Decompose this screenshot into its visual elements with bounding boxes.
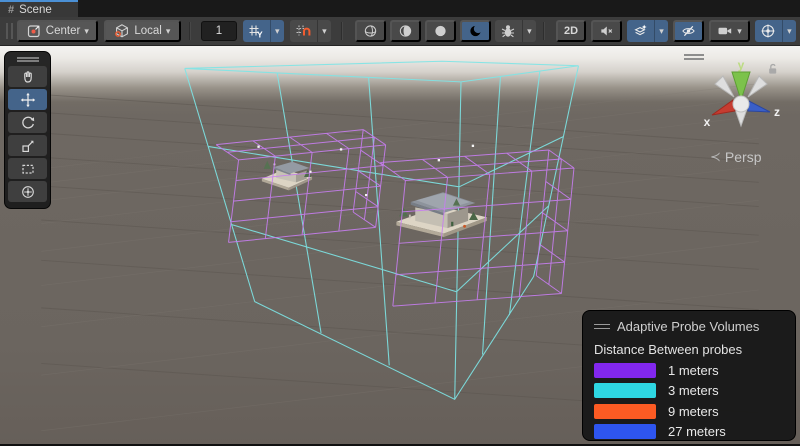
grid-axis-icon: Y	[248, 23, 264, 39]
svg-text:Y: Y	[257, 30, 263, 40]
legend-row: 3 meters	[594, 383, 783, 398]
tool-transform[interactable]	[8, 181, 47, 202]
legend-swatch-3m	[594, 383, 656, 398]
wire-sphere-icon	[363, 23, 378, 39]
crescent-moon-icon	[468, 23, 483, 39]
skybox-toggle-button[interactable]	[460, 20, 491, 42]
eye-slash-icon	[681, 23, 696, 39]
effects-layers-icon	[632, 23, 648, 39]
debug-split-button: ▾	[495, 20, 536, 42]
tool-move[interactable]	[8, 89, 47, 110]
tool-hand[interactable]	[8, 66, 47, 87]
snap-magnet-icon	[295, 23, 311, 39]
gizmo-label-x[interactable]: x	[704, 115, 711, 129]
orientation-label: Local	[134, 25, 162, 37]
effects-split-button: ▾	[627, 20, 668, 42]
tool-palette-drag-handle[interactable]	[17, 57, 39, 62]
window-grid-icon: #	[8, 4, 14, 16]
pivot-icon	[26, 23, 42, 39]
rotate-icon	[20, 115, 36, 131]
effects-toggle[interactable]	[627, 20, 654, 42]
projection-toggle[interactable]: ≺ Persp	[710, 149, 761, 165]
debug-toggle[interactable]	[495, 20, 522, 42]
grid-snap-dropdown[interactable]: ▾	[270, 20, 284, 42]
scene-toolbar: Center ▾ Local ▾ Y ▾ ▾	[0, 17, 800, 46]
filled-sphere-icon	[433, 23, 448, 39]
increment-snap-dropdown[interactable]: ▾	[317, 20, 331, 42]
legend-drag-handle[interactable]	[594, 324, 610, 329]
tab-scene[interactable]: # Scene	[0, 0, 78, 17]
legend-subtitle: Distance Between probes	[594, 342, 783, 357]
gizmo-label-y[interactable]: y	[738, 60, 745, 72]
shading-mode-button[interactable]	[355, 20, 386, 42]
cube-icon	[114, 23, 130, 39]
legend-title: Adaptive Probe Volumes	[617, 319, 759, 334]
tool-rect[interactable]	[8, 158, 47, 179]
pivot-mode-dropdown[interactable]: Center ▾	[17, 20, 98, 42]
gizmos-split-button: ▾	[755, 20, 796, 42]
scene-visibility-button[interactable]	[673, 20, 704, 42]
toolbar-drag-handle[interactable]	[6, 23, 13, 39]
handle-orientation-dropdown[interactable]: Local ▾	[104, 20, 181, 42]
legend-label-3m: 3 meters	[668, 383, 719, 398]
audio-sphere-button[interactable]	[425, 20, 456, 42]
camera-icon	[717, 23, 733, 39]
legend-label-9m: 9 meters	[668, 404, 719, 419]
increment-snap-toggle[interactable]	[290, 20, 317, 42]
tool-rotate[interactable]	[8, 112, 47, 133]
apv-legend-panel: Adaptive Probe Volumes Distance Between …	[582, 310, 796, 441]
hand-icon	[20, 69, 36, 85]
grid-snap-split-button: Y ▾	[243, 20, 284, 42]
scene-viewport[interactable]: y x z ≺ Persp Adaptive Probe Volumes Dis…	[0, 46, 800, 446]
legend-row: 9 meters	[594, 404, 783, 419]
gizmo-axis-back-2[interactable]	[748, 76, 767, 97]
speaker-muted-icon	[599, 23, 614, 39]
legend-label-27m: 27 meters	[668, 424, 726, 439]
increment-snap-split-button: ▾	[290, 20, 331, 42]
legend-swatch-9m	[594, 404, 656, 419]
legend-swatch-1m	[594, 363, 656, 378]
legend-row: 27 meters	[594, 424, 783, 439]
gizmo-axis-x-cone[interactable]	[712, 100, 735, 115]
house-model-right	[396, 192, 487, 237]
gizmo-center[interactable]	[733, 96, 749, 112]
debug-dropdown[interactable]: ▾	[522, 20, 536, 42]
transform-icon	[20, 184, 36, 200]
gizmo-axis-back-1[interactable]	[715, 76, 734, 97]
move-icon	[20, 92, 36, 108]
gizmo-label-z[interactable]: z	[774, 105, 780, 119]
pivot-label: Center	[46, 25, 81, 37]
scale-icon	[20, 138, 36, 154]
tool-scale[interactable]	[8, 135, 47, 156]
effects-dropdown[interactable]: ▾	[654, 20, 668, 42]
tab-title: Scene	[19, 4, 52, 16]
gizmos-dropdown[interactable]: ▾	[782, 20, 796, 42]
projection-label: Persp	[725, 149, 762, 165]
gizmo-axis-z-cone[interactable]	[747, 100, 770, 112]
half-lit-sphere-icon	[398, 23, 413, 39]
rect-tool-icon	[20, 161, 36, 177]
gizmo-lock-icon[interactable]	[767, 63, 779, 75]
grid-snap-toggle[interactable]: Y	[243, 20, 270, 42]
audio-mute-button[interactable]	[591, 20, 622, 42]
legend-label-1m: 1 meters	[668, 363, 719, 378]
gizmos-toggle[interactable]	[755, 20, 782, 42]
2d-mode-button[interactable]: 2D	[556, 20, 586, 42]
projection-arrow-icon: ≺	[710, 149, 721, 165]
legend-swatch-27m	[594, 424, 656, 439]
camera-settings-button[interactable]: ▾	[709, 20, 750, 42]
tool-palette	[4, 51, 51, 209]
bug-icon	[500, 23, 516, 39]
grid-size-input[interactable]	[201, 21, 237, 41]
scene-lighting-button[interactable]	[390, 20, 421, 42]
gizmos-crosshair-icon	[760, 23, 776, 39]
tab-bar: # Scene	[0, 0, 800, 17]
legend-row: 1 meters	[594, 363, 783, 378]
